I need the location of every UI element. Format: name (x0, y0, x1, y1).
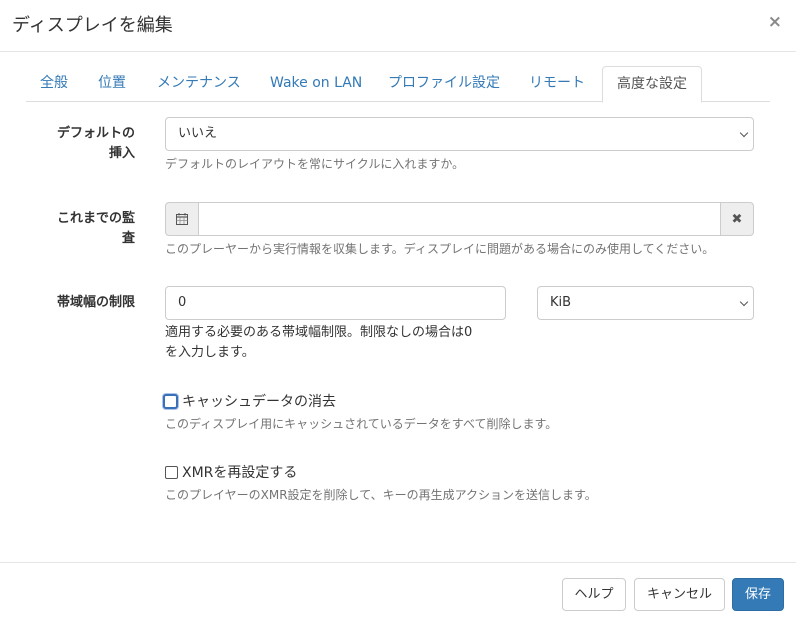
tab-location[interactable]: 位置 (98, 66, 126, 102)
bandwidth-unit-select[interactable]: KiB (537, 286, 754, 320)
calendar-icon[interactable] (165, 202, 199, 236)
bandwidth-label: 帯域幅の制限 (56, 295, 135, 310)
modal-title: ディスプレイを編集 (12, 15, 173, 36)
clear-cache-help: このディスプレイ用にキャッシュされているデータをすべて削除します。 (165, 417, 558, 431)
tab-bar: 全般 位置 メンテナンス Wake on LAN プロファイル設定 リモート 高… (26, 66, 770, 103)
default-insert-label: デフォルトの 挿入 (20, 124, 135, 164)
bandwidth-help: 適用する必要のある帯域幅制限。制限なしの場合は0 を入力します。 (165, 323, 472, 363)
default-insert-label-line1: デフォルトの (56, 126, 135, 141)
audit-until-label-line2: 査 (121, 231, 135, 246)
tab-general[interactable]: 全般 (40, 66, 68, 102)
bandwidth-help-line2: を入力します。 (165, 345, 255, 360)
audit-until-input-group: ✖ (165, 202, 754, 236)
default-insert-label-line2: 挿入 (108, 146, 135, 161)
reset-xmr-checkbox-row[interactable]: XMRを再設定する (165, 462, 297, 482)
bandwidth-help-line1: 適用する必要のある帯域幅制限。制限なしの場合は0 (165, 325, 473, 340)
reset-xmr-checkbox[interactable] (165, 465, 178, 479)
audit-until-label: これまでの監 査 (20, 209, 135, 249)
clear-cache-checkbox-row[interactable]: キャッシュデータの消去 (163, 391, 336, 411)
audit-until-input[interactable] (198, 202, 721, 236)
save-button[interactable]: 保存 (732, 578, 784, 611)
bandwidth-unit-value: KiB (550, 295, 572, 310)
tab-wake-on-lan[interactable]: Wake on LAN (270, 66, 362, 102)
close-icon[interactable]: × (768, 12, 782, 32)
tab-advanced[interactable]: 高度な設定 (602, 66, 702, 103)
modal-footer: ヘルプ キャンセル 保存 (0, 562, 796, 622)
audit-until-label-line1: これまでの監 (56, 211, 135, 226)
tab-remote[interactable]: リモート (529, 66, 585, 102)
bandwidth-input[interactable]: 0 (165, 286, 506, 320)
reset-xmr-help: このプレイヤーのXMR設定を削除して、キーの再生成アクションを送信します。 (165, 488, 597, 502)
help-button[interactable]: ヘルプ (562, 578, 626, 611)
reset-xmr-label[interactable]: XMRを再設定する (182, 462, 297, 482)
default-insert-help: デフォルトのレイアウトを常にサイクルに入れますか。 (165, 157, 465, 171)
tab-maintenance[interactable]: メンテナンス (157, 66, 241, 102)
times-icon[interactable]: ✖ (720, 202, 754, 236)
default-insert-value: いいえ (178, 126, 218, 141)
modal-header: ディスプレイを編集 × (0, 0, 796, 52)
clear-cache-checkbox[interactable] (163, 393, 178, 409)
default-insert-select[interactable]: いいえ (165, 117, 754, 151)
cancel-button[interactable]: キャンセル (634, 578, 725, 611)
tab-profile-settings[interactable]: プロファイル設定 (388, 66, 500, 102)
audit-until-help: このプレーヤーから実行情報を収集します。ディスプレイに問題がある場合にのみ使用し… (165, 242, 715, 256)
clear-cache-label[interactable]: キャッシュデータの消去 (182, 391, 336, 411)
